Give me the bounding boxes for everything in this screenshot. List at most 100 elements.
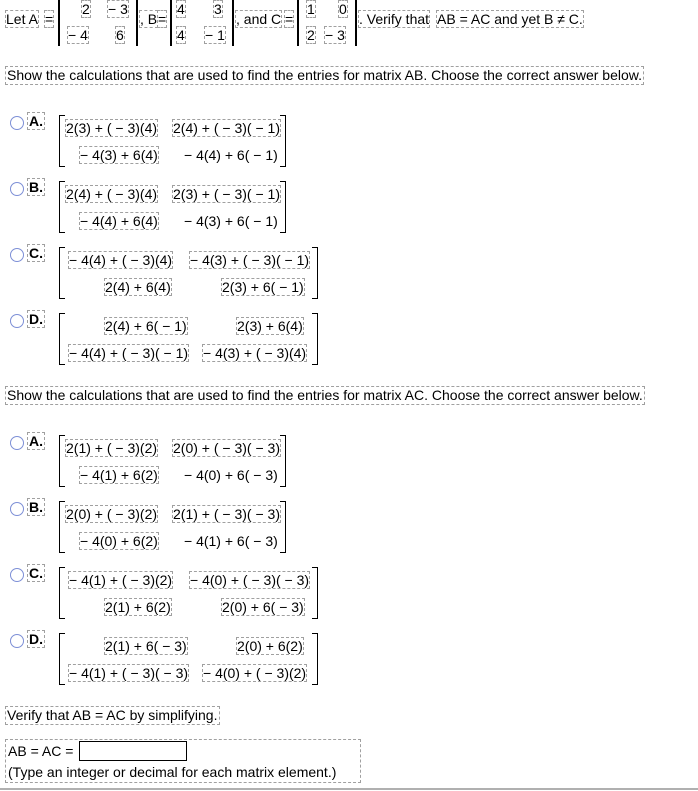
- radio-button[interactable]: [10, 314, 24, 328]
- right-bracket: [312, 633, 318, 685]
- matrix-entry-r1c1: 2(4) + ( − 3)(4): [64, 185, 159, 203]
- matrix-entry-r2c1: − 4(4) + 6(4): [79, 212, 159, 230]
- option-letter: C.: [27, 244, 45, 262]
- right-bracket: [280, 115, 286, 167]
- left-bracket: [59, 567, 65, 619]
- radio-button[interactable]: [10, 116, 24, 130]
- equals-sign-b: =: [156, 10, 168, 28]
- matrix-entry-r2c1: − 4(1) + ( − 3)( − 3): [67, 664, 190, 682]
- matrix-entry-r1c2: − 4(0) + ( − 3)( − 3): [188, 571, 311, 589]
- matrix-entry-r2c2: − 4(0) + 6( − 3): [184, 467, 278, 483]
- right-bracket: [312, 567, 318, 619]
- matrix-c: 1 0 2 − 3: [297, 0, 357, 46]
- matrix-entry-r2c1: − 4(4) + ( − 3)( − 1): [67, 344, 190, 362]
- radio-button[interactable]: [10, 436, 24, 450]
- matrix-a-r2c2: 6: [115, 26, 125, 44]
- option-letter: A.: [27, 432, 45, 450]
- part2-option-d[interactable]: D. 2(1) + 6( − 3) 2(0) + 6(2) − 4(1) + (…: [0, 628, 340, 688]
- matrix-entry-r1c1: 2(1) + 6( − 3): [104, 637, 188, 655]
- matrix-entry-r2c1: 2(1) + 6(2): [104, 598, 172, 616]
- matrix-b: 4 3 4 − 1: [170, 0, 234, 46]
- part1-option-a[interactable]: A. 2(3) + ( − 3)(4) 2(4) + ( − 3)( − 1) …: [0, 110, 340, 170]
- equals-sign: =: [43, 10, 55, 28]
- answer-area: AB = AC = (Type an integer or decimal fo…: [5, 739, 361, 783]
- matrix-entry-r2c2: − 4(3) + ( − 3)(4): [201, 344, 308, 362]
- c-label: , and C: [234, 10, 283, 28]
- right-bracket: [312, 313, 318, 365]
- part1-option-c[interactable]: C. − 4(4) + ( − 3)(4) − 4(3) + ( − 3)( −…: [0, 242, 340, 302]
- part1-option-b[interactable]: B. 2(4) + ( − 3)(4) 2(3) + ( − 3)( − 1) …: [0, 176, 340, 236]
- part2-option-a[interactable]: A. 2(1) + ( − 3)(2) 2(0) + ( − 3)( − 3) …: [0, 430, 340, 490]
- matrix-entry-r1c1: 2(1) + ( − 3)(2): [64, 439, 159, 457]
- radio-button[interactable]: [10, 634, 24, 648]
- matrix-entry-r1c2: 2(3) + 6(4): [236, 317, 304, 335]
- matrix-entry-r2c1: − 4(3) + 6(4): [79, 146, 159, 164]
- part1-prompt: Show the calculations that are used to f…: [4, 66, 645, 85]
- left-bracket: [59, 313, 65, 365]
- part2-prompt: Show the calculations that are used to f…: [5, 386, 645, 405]
- right-bracket: [280, 501, 286, 553]
- matrix-entry-r1c2: 2(4) + ( − 3)( − 1): [172, 119, 281, 137]
- option-letter: D.: [27, 630, 45, 648]
- answer-input[interactable]: [79, 741, 187, 761]
- option-letter: A.: [27, 112, 45, 130]
- left-bracket: [59, 115, 65, 167]
- matrix-entry-r2c2: − 4(3) + 6( − 1): [184, 213, 278, 229]
- matrix-entry-r1c1: 2(0) + ( − 3)(2): [64, 505, 159, 523]
- matrix-b-r2c2: − 1: [204, 26, 226, 44]
- option-letter: D.: [27, 310, 45, 328]
- matrix-entry-r2c1: 2(4) + 6(4): [104, 278, 172, 296]
- matrix-c-r2c2: − 3: [324, 26, 346, 44]
- left-bracket: [59, 501, 65, 553]
- left-bracket: [59, 181, 65, 233]
- right-bracket: [312, 247, 318, 299]
- matrix-entry-r2c1: − 4(1) + 6(2): [79, 466, 159, 484]
- right-bracket: [280, 181, 286, 233]
- matrix-entry-r2c1: − 4(0) + 6(2): [79, 532, 159, 550]
- radio-button[interactable]: [10, 568, 24, 582]
- matrix-entry-r1c1: 2(3) + ( − 3)(4): [64, 119, 159, 137]
- option-letter: B.: [27, 498, 45, 516]
- part2-option-c[interactable]: C. − 4(1) + ( − 3)(2) − 4(0) + ( − 3)( −…: [0, 562, 340, 622]
- matrix-entry-r1c1: 2(4) + 6( − 1): [104, 317, 188, 335]
- radio-button[interactable]: [10, 248, 24, 262]
- verify-statement: AB = AC and yet B ≠ C.: [436, 10, 584, 28]
- matrix-c-r2c1: 2: [306, 26, 316, 44]
- matrix-c-r1c2: 0: [338, 0, 348, 18]
- part1-option-d[interactable]: D. 2(4) + 6( − 1) 2(3) + 6(4) − 4(4) + (…: [0, 308, 340, 368]
- matrix-entry-r1c1: − 4(1) + ( − 3)(2): [67, 571, 174, 589]
- matrix-entry-r2c2: 2(3) + 6( − 1): [221, 278, 305, 296]
- matrix-entry-r1c2: 2(0) + ( − 3)( − 3): [172, 439, 281, 457]
- part2-option-b[interactable]: B. 2(0) + ( − 3)(2) 2(1) + ( − 3)( − 3) …: [0, 496, 340, 556]
- left-bracket: [59, 633, 65, 685]
- matrix-entry-r1c2: 2(0) + 6(2): [236, 637, 304, 655]
- matrix-c-r1c1: 1: [306, 0, 316, 18]
- option-letter: C.: [27, 564, 45, 582]
- matrix-entry-r1c2: − 4(3) + ( − 3)( − 1): [188, 251, 311, 269]
- let-a-label: Let A: [5, 10, 39, 28]
- radio-button[interactable]: [10, 502, 24, 516]
- right-bracket: [280, 435, 286, 487]
- matrix-entry-r1c2: 2(3) + ( − 3)( − 1): [172, 185, 281, 203]
- left-bracket: [59, 435, 65, 487]
- answer-label: AB = AC =: [8, 743, 74, 759]
- equals-sign-c: =: [283, 10, 295, 28]
- matrix-entry-r2c2: − 4(1) + 6( − 3): [184, 533, 278, 549]
- b-label: , B: [138, 10, 159, 28]
- matrix-a-r2c1: − 4: [67, 26, 89, 44]
- bottom-divider: [0, 788, 698, 790]
- matrix-a-r1c1: 2: [81, 0, 91, 18]
- matrix-entry-r2c2: 2(0) + 6( − 3): [221, 598, 305, 616]
- matrix-b-r1c1: 4: [176, 0, 186, 18]
- verify-prefix: . Verify that: [357, 10, 431, 28]
- radio-button[interactable]: [10, 182, 24, 196]
- matrix-a: 2 − 3 − 4 6: [58, 0, 138, 46]
- left-bracket: [59, 247, 65, 299]
- matrix-entry-r1c1: − 4(4) + ( − 3)(4): [67, 251, 174, 269]
- matrix-b-r1c2: 3: [213, 0, 223, 18]
- part3-prompt: Verify that AB = AC by simplifying.: [5, 706, 220, 725]
- matrix-entry-r1c2: 2(1) + ( − 3)( − 3): [172, 505, 281, 523]
- matrix-b-r2c1: 4: [176, 26, 186, 44]
- option-letter: B.: [27, 178, 45, 196]
- matrix-a-r1c2: − 3: [107, 0, 129, 18]
